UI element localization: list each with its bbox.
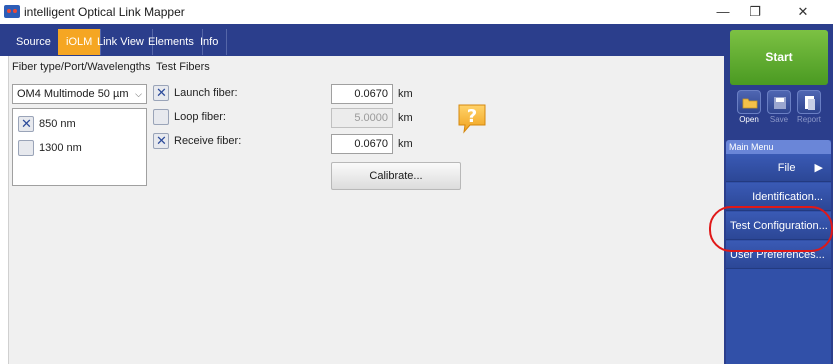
receive-fiber-length-input[interactable]: 0.0670	[331, 134, 393, 154]
save-icon	[767, 90, 791, 114]
restore-icon[interactable]: ❐	[740, 2, 770, 22]
tab-info[interactable]: Info	[192, 29, 228, 55]
open-label: Open	[739, 115, 759, 124]
report-icon	[797, 90, 821, 114]
launch-fiber-unit: km	[398, 88, 413, 100]
loop-fiber-unit: km	[398, 112, 413, 124]
minimize-icon[interactable]: —	[708, 2, 738, 22]
save-label: Save	[769, 115, 789, 124]
report-tool[interactable]: Report	[795, 90, 823, 124]
open-tool[interactable]: Open	[735, 90, 763, 124]
loop-fiber-length-input: 5.0000	[331, 108, 393, 128]
loop-fiber-label: Loop fiber:	[174, 111, 226, 123]
svg-text:?: ?	[467, 106, 477, 127]
title-bar: intelligent Optical Link Mapper — ❐ ✕	[0, 0, 833, 24]
launch-fiber-length-input[interactable]: 0.0670	[331, 84, 393, 104]
launch-fiber-checkbox[interactable]	[153, 85, 169, 101]
app-icon	[4, 5, 20, 18]
test-fibers-heading: Test Fibers	[156, 61, 210, 73]
fiber-section-heading: Fiber type/Port/Wavelengths	[12, 61, 151, 73]
tab-bar: Source iOLM Link View Elements Info	[0, 24, 724, 56]
wavelength-1300-checkbox[interactable]	[18, 140, 34, 156]
main-menu-header: Main Menu	[726, 140, 831, 154]
folder-icon	[737, 90, 761, 114]
window-title: intelligent Optical Link Mapper	[24, 5, 185, 19]
receive-fiber-checkbox[interactable]	[153, 133, 169, 149]
close-icon[interactable]: ✕	[788, 2, 818, 22]
chevron-down-icon: ⌵	[135, 89, 142, 99]
receive-fiber-label: Receive fiber:	[174, 135, 242, 147]
start-button[interactable]: Start	[730, 30, 828, 85]
receive-fiber-unit: km	[398, 138, 413, 150]
save-tool[interactable]: Save	[765, 90, 793, 124]
menu-item-file[interactable]: File ▶	[726, 154, 831, 182]
wavelength-list: 850 nm 1300 nm	[12, 108, 147, 186]
fiber-type-value: OM4 Multimode 50 µm	[17, 88, 129, 100]
calibrate-button[interactable]: Calibrate...	[331, 162, 461, 190]
fiber-type-select[interactable]: OM4 Multimode 50 µm ⌵	[12, 84, 147, 104]
menu-item-file-label: File	[777, 162, 796, 174]
help-icon[interactable]: ?	[456, 102, 488, 134]
launch-fiber-label: Launch fiber:	[174, 87, 238, 99]
highlight-ring	[709, 206, 833, 252]
wavelength-850-checkbox[interactable]	[18, 116, 34, 132]
report-label: Report	[796, 115, 821, 124]
chevron-right-icon: ▶	[814, 162, 823, 174]
tab-source[interactable]: Source	[8, 29, 60, 55]
loop-fiber-checkbox[interactable]	[153, 109, 169, 125]
wavelength-1300-label: 1300 nm	[39, 142, 82, 154]
wavelength-850-label: 850 nm	[39, 118, 76, 130]
